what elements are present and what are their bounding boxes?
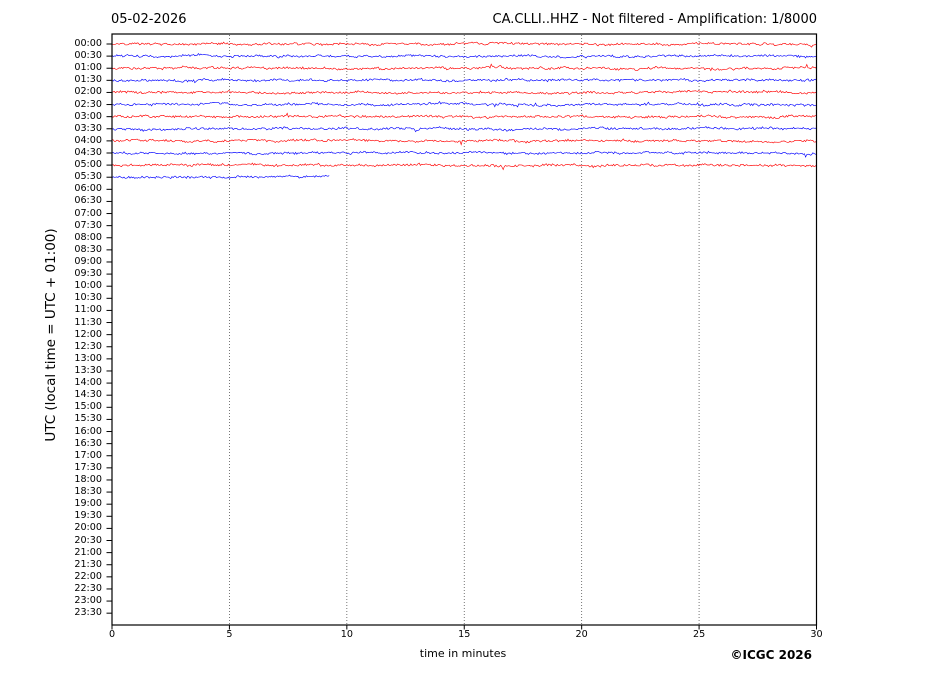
x-tick-label: 20 xyxy=(575,629,588,640)
x-tick-label: 15 xyxy=(458,629,471,640)
seismogram-trace xyxy=(111,77,817,84)
x-axis-label: time in minutes xyxy=(419,647,507,660)
seismogram-trace xyxy=(111,126,817,133)
seismogram-trace xyxy=(111,112,817,120)
seismogram-trace xyxy=(111,53,817,59)
seismogram-trace xyxy=(111,89,817,95)
seismogram-trace xyxy=(111,174,330,180)
copyright: ©ICGC 2026 xyxy=(730,648,812,662)
x-tick-label: 10 xyxy=(340,629,353,640)
x-tick-label: 5 xyxy=(226,629,233,640)
x-tick-label: 25 xyxy=(692,629,706,640)
helicorder-plot xyxy=(106,33,818,630)
x-tick-label: 30 xyxy=(810,629,823,640)
helicorder-page: { "header": { "date": "05-02-2026", "sta… xyxy=(0,0,927,696)
x-tick-label: 0 xyxy=(108,629,116,640)
